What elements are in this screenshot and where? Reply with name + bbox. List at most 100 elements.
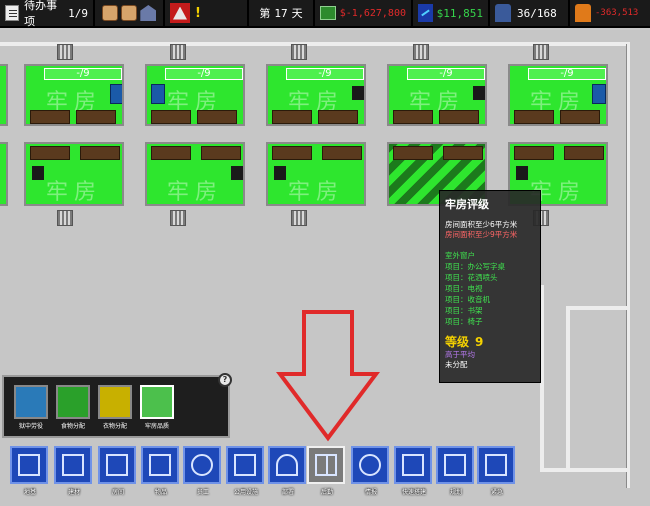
chair-icon bbox=[231, 166, 243, 180]
assign-status: 未分配 bbox=[445, 360, 468, 369]
income-segment[interactable]: $11,851 bbox=[413, 0, 490, 27]
cell-door[interactable] bbox=[533, 44, 549, 60]
cell-capacity-tag: -/9 bbox=[407, 68, 485, 80]
shelf-icon bbox=[564, 146, 604, 160]
tooltip-requirement-1: 房间面积至少6平方米 bbox=[445, 220, 518, 229]
cell-door[interactable] bbox=[170, 44, 186, 60]
cell-room[interactable] bbox=[0, 142, 8, 206]
cell-room[interactable]: -/9 牢房 bbox=[145, 64, 245, 126]
toolbar-staff[interactable]: 员工 bbox=[183, 446, 223, 500]
todo-list-icon bbox=[5, 5, 20, 21]
staff-icon bbox=[183, 446, 221, 484]
toolbar-utilities[interactable]: 公用设施 bbox=[226, 446, 266, 500]
desk-icon bbox=[151, 110, 191, 124]
tooltip-requirement-2: 房间面积至少9平方米 bbox=[445, 230, 518, 239]
toolbar-label: 房间 bbox=[111, 489, 124, 496]
desk-icon bbox=[272, 110, 312, 124]
logistics-subpanel: 狱中劳役 食物分配 衣物分配 牢房品质 bbox=[2, 375, 230, 438]
tooltip-item: 项目：椅子 bbox=[445, 317, 483, 326]
alert-mark[interactable]: ! bbox=[195, 6, 201, 21]
top-hud: 待办事项 1/9 ! 第 17 天 $-1,627,800 $11,851 36… bbox=[0, 0, 650, 28]
sub-item-label: 衣物分配 bbox=[102, 423, 127, 430]
shelf-icon bbox=[560, 110, 600, 124]
tooltip-item: 项目：书架 bbox=[445, 306, 483, 315]
subpanel-help-button[interactable]: ? bbox=[218, 373, 232, 387]
inmate-face-icon[interactable] bbox=[120, 5, 137, 21]
cell-room[interactable]: -/9 牢房 bbox=[266, 64, 366, 126]
toolbar-label: 快速搭建 bbox=[401, 489, 426, 496]
toolbar-logistics[interactable]: 后勤 bbox=[307, 446, 347, 500]
prisoner-segment[interactable]: -363,513 bbox=[570, 0, 650, 27]
cell-room[interactable] bbox=[0, 64, 8, 126]
guards-segment[interactable]: 36/168 bbox=[490, 0, 570, 27]
cell-door[interactable] bbox=[291, 44, 307, 60]
toolbar-planning[interactable]: 规划 bbox=[436, 446, 476, 500]
sub-item-labor[interactable]: 狱中劳役 bbox=[14, 385, 48, 431]
day-number: 17 bbox=[274, 6, 288, 20]
sub-item-clothing[interactable]: 衣物分配 bbox=[98, 385, 132, 431]
chair-icon bbox=[274, 166, 286, 180]
cell-room[interactable]: 牢房 bbox=[145, 142, 245, 206]
cash-icon bbox=[320, 6, 336, 20]
tooltip-item: 项目：花洒喷头 bbox=[445, 273, 498, 282]
food-icon bbox=[56, 385, 90, 419]
cell-room[interactable]: -/9 牢房 bbox=[387, 64, 487, 126]
cell-label: 牢房 bbox=[287, 180, 344, 205]
todo-count: 1/9 bbox=[68, 6, 88, 20]
toolbar-foundation[interactable]: 地基 bbox=[10, 446, 50, 500]
todo-button[interactable]: 待办事项 1/9 bbox=[0, 0, 95, 28]
toolbar-label: 部署 bbox=[281, 489, 294, 496]
todo-label: 待办事项 bbox=[24, 0, 58, 28]
toolbar-label: 地基 bbox=[23, 489, 36, 496]
grade-value: 9 bbox=[475, 335, 484, 349]
income-graph-icon bbox=[418, 4, 433, 22]
bank-icon[interactable] bbox=[140, 5, 157, 21]
cell-room[interactable]: -/9 牢房 bbox=[508, 64, 608, 126]
desk-icon bbox=[272, 146, 312, 160]
deploy-icon bbox=[268, 446, 306, 484]
desk-icon bbox=[514, 146, 554, 160]
tooltip-section: 室外窗户 bbox=[445, 251, 475, 260]
toolbar-quick-build[interactable]: 快速搭建 bbox=[394, 446, 434, 500]
cell-room[interactable]: -/9 牢房 bbox=[24, 64, 124, 126]
chair-icon bbox=[516, 166, 528, 180]
alerts-segment: ! bbox=[165, 0, 249, 27]
cell-door[interactable] bbox=[170, 210, 186, 226]
shelf-icon bbox=[201, 146, 241, 160]
prisoner-icon bbox=[575, 4, 591, 22]
toolbar-label: 建材 bbox=[67, 489, 80, 496]
cell-door[interactable] bbox=[57, 44, 73, 60]
labor-icon bbox=[14, 385, 48, 419]
toolbar-objects[interactable]: 物品 bbox=[141, 446, 181, 500]
cell-label: 牢房 bbox=[45, 180, 102, 205]
toolbar-emergency[interactable]: 紧急 bbox=[477, 446, 517, 500]
desk-icon bbox=[514, 110, 554, 124]
cell-capacity-tag: -/9 bbox=[165, 68, 243, 80]
toolbar-label: 规划 bbox=[449, 489, 462, 496]
cell-door[interactable] bbox=[291, 210, 307, 226]
corridor-wall-right bbox=[626, 44, 630, 488]
warning-button[interactable] bbox=[170, 3, 190, 23]
cell-room[interactable]: 牢房 bbox=[266, 142, 366, 206]
materials-icon bbox=[54, 446, 92, 484]
desk-icon bbox=[393, 146, 433, 160]
lower-room-wall-left bbox=[566, 306, 570, 470]
toolbar-intelligence[interactable]: 情报 bbox=[351, 446, 391, 500]
sub-item-cell-quality[interactable]: 牢房品质 bbox=[140, 385, 174, 431]
guards-value: 36/168 bbox=[517, 6, 557, 20]
toolbar-deploy[interactable]: 部署 bbox=[268, 446, 308, 500]
toolbar-label: 公用设施 bbox=[233, 489, 258, 496]
foundation-icon bbox=[10, 446, 48, 484]
cell-door[interactable] bbox=[413, 44, 429, 60]
sub-item-food[interactable]: 食物分配 bbox=[56, 385, 90, 431]
cell-room[interactable]: 牢房 bbox=[24, 142, 124, 206]
balance-value: $-1,627,800 bbox=[339, 7, 406, 19]
warning-icon bbox=[173, 6, 187, 20]
day-counter: 第 17 天 bbox=[249, 0, 315, 27]
warden-icon[interactable] bbox=[101, 5, 118, 21]
balance-segment[interactable]: $-1,627,800 bbox=[315, 0, 413, 27]
cell-door[interactable] bbox=[57, 210, 73, 226]
desk-icon bbox=[393, 110, 433, 124]
toolbar-rooms[interactable]: 房间 bbox=[98, 446, 138, 500]
toolbar-materials[interactable]: 建材 bbox=[54, 446, 94, 500]
